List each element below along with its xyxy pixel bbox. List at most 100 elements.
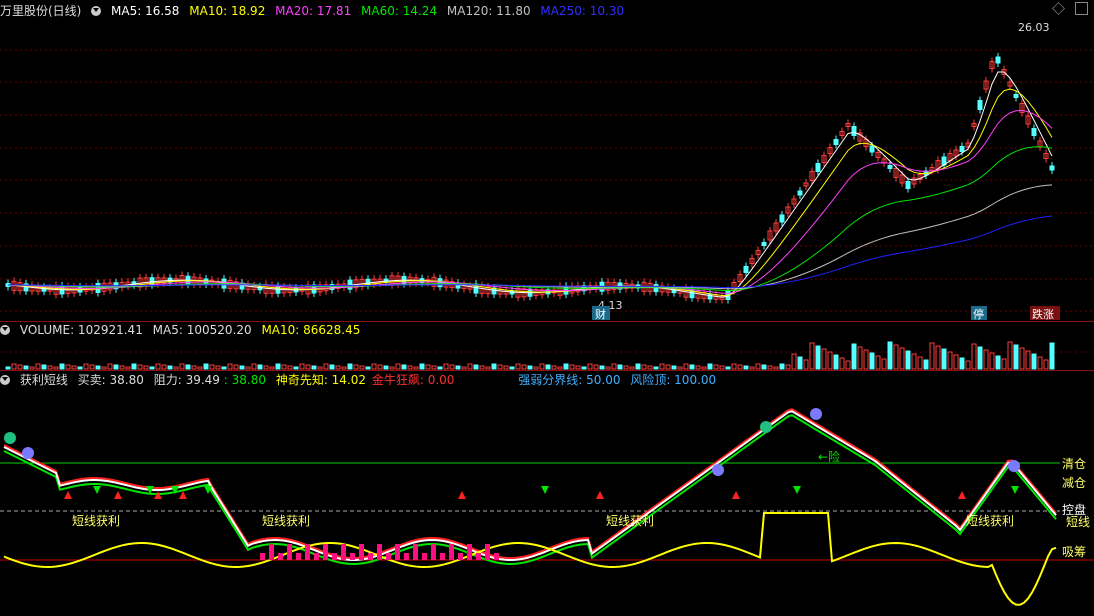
volume-bar (461, 366, 467, 370)
volume-bar (575, 365, 581, 370)
volume-bar (959, 357, 965, 370)
indicator-bar (395, 544, 400, 560)
volume-bar (467, 363, 473, 370)
volume-bar (359, 365, 365, 370)
indicator-bar (440, 553, 445, 560)
volume-bar (611, 363, 617, 370)
volume-bar (131, 363, 137, 370)
arrow-down-icon (793, 486, 801, 494)
volume-bar (527, 365, 533, 370)
candle-body (905, 181, 911, 189)
volume-bar (665, 364, 671, 370)
volume-bar (587, 363, 593, 370)
stop-badge-label: 停 (973, 307, 984, 321)
volume-bar (599, 365, 605, 370)
indicator-bar (485, 544, 490, 560)
volume-bar (719, 365, 725, 370)
volume-bar (695, 365, 701, 370)
volume-bar (257, 364, 263, 370)
arrow-up-icon (64, 491, 72, 499)
volume-bar (449, 364, 455, 370)
volume-bar (791, 353, 797, 370)
volume-bar (767, 365, 773, 370)
arrow-up-icon (179, 491, 187, 499)
candle-body (779, 214, 785, 223)
volume-bar (701, 366, 707, 370)
candle-body (1013, 94, 1019, 98)
volume-bar (401, 364, 407, 370)
volume-bar (581, 366, 587, 370)
ma250-line (7, 215, 1053, 289)
volume-bar (431, 365, 437, 370)
volume-bar (335, 365, 341, 370)
volume-bar (47, 365, 53, 370)
volume-bar (779, 363, 785, 370)
candle-body (833, 139, 839, 145)
volume-bar (245, 366, 251, 370)
volume-bar (125, 366, 131, 370)
indicator-bar (467, 544, 472, 560)
volume-bar (515, 363, 521, 370)
level-short: 短线 (1066, 515, 1090, 529)
volume-bar (23, 365, 29, 370)
volume-bar (653, 366, 659, 370)
candle-body (995, 56, 1001, 64)
volume-bar (107, 363, 113, 370)
volume-bar (1013, 344, 1019, 370)
volume-bar (983, 349, 989, 370)
volume-bar (887, 341, 893, 370)
volume-bar (83, 363, 89, 370)
indicator-bar (413, 544, 418, 560)
volume-bar (911, 353, 917, 370)
indicator-bar (404, 553, 409, 560)
yellow-curve (3, 512, 1057, 606)
volume-bar (215, 365, 221, 370)
ma20-line (7, 109, 1053, 294)
volume-bar (221, 366, 227, 370)
chart-canvas[interactable]: 26.03 4.13 财 停 跌涨 短线获利 短线获利 短线获利 短线获利 ←险… (0, 0, 1094, 616)
badge-icon (760, 421, 772, 433)
indicator-bar (314, 553, 319, 560)
volume-bar (989, 352, 995, 370)
indicator-bar (359, 544, 364, 560)
volume-bar (305, 364, 311, 370)
volume-bar (521, 364, 527, 370)
candle-body (959, 146, 965, 152)
volume-bar (923, 359, 929, 370)
candle-body (707, 293, 713, 300)
volume-bar (413, 366, 419, 370)
candle-body (887, 165, 893, 169)
volume-bar (737, 364, 743, 370)
volume-bar (761, 364, 767, 370)
volume-bar (851, 343, 857, 370)
volume-bar (299, 363, 305, 370)
indicator-bar (269, 544, 274, 560)
volume-bar (539, 363, 545, 370)
volume-bar (443, 363, 449, 370)
volume-bar (677, 366, 683, 370)
volume-bar (935, 345, 941, 370)
ma10-line (7, 88, 1053, 297)
volume-bar (227, 363, 233, 370)
volume-bar (773, 366, 779, 370)
candle-body (815, 163, 821, 172)
volume-bar (671, 365, 677, 370)
volume-bar (827, 351, 833, 370)
volume-bar (59, 363, 65, 370)
moving-average-lines (7, 71, 1053, 298)
indicator-bar (332, 553, 337, 560)
volume-bar (11, 363, 17, 370)
risk-hint-label: ←险 (818, 449, 840, 464)
volume-bar (41, 364, 47, 370)
volume-bar (419, 363, 425, 370)
volume-bar (209, 364, 215, 370)
indicator-bar (431, 544, 436, 560)
volume-bar (281, 364, 287, 370)
volume-bar (155, 363, 161, 370)
volume-bar (809, 342, 815, 370)
indicator-bar (476, 553, 481, 560)
volume-bar (287, 365, 293, 370)
short-profit-label-4: 短线获利 (966, 514, 1014, 528)
volume-bar (71, 365, 77, 370)
volume-bar (905, 350, 911, 370)
